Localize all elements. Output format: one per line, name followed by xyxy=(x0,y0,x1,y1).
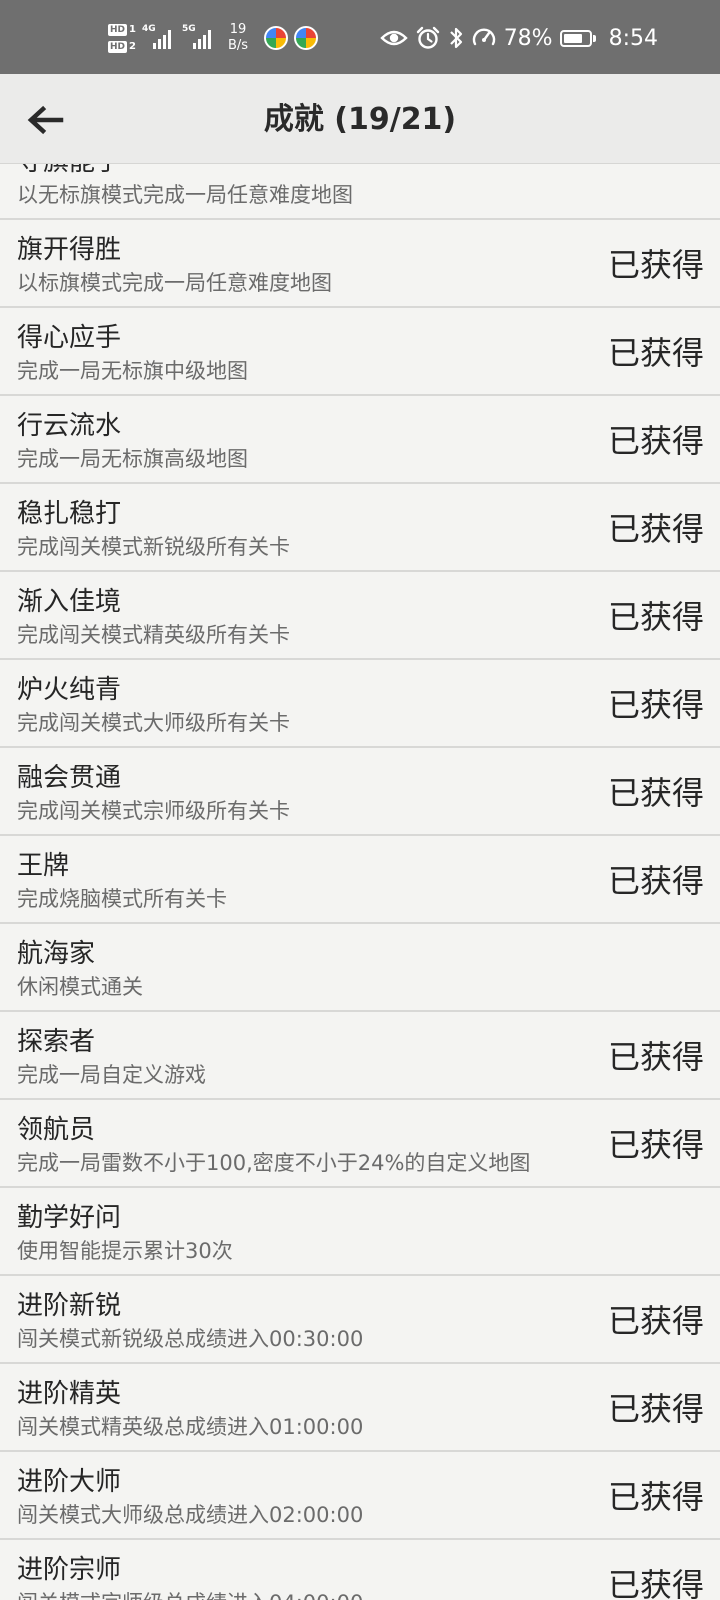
achievement-row[interactable]: 领航员完成一局雷数不小于100,密度不小于24%的自定义地图 已获得 xyxy=(0,1100,720,1188)
battery-icon xyxy=(559,29,596,47)
sim1-index: 1 xyxy=(129,23,136,35)
achievement-title: 进阶新锐 xyxy=(17,1291,122,1321)
signal-bars-icon xyxy=(152,30,171,49)
achievement-status: 已获得 xyxy=(607,510,704,548)
achievement-row[interactable]: 得心应手完成一局无标旗中级地图 已获得 xyxy=(0,308,720,396)
sim1-hd-badge: HD 1 xyxy=(108,23,136,36)
achievement-description: 闯关模式宗师级总成绩进入04:00:00 xyxy=(17,1590,363,1600)
achievement-row[interactable]: 行云流水完成一局无标旗高级地图 已获得 xyxy=(0,396,720,484)
achievement-row[interactable]: 进阶大师闯关模式大师级总成绩进入02:00:00 已获得 xyxy=(0,1452,720,1540)
status-bar-right: 78% 8:54 xyxy=(379,20,658,56)
achievement-status: 已获得 xyxy=(607,246,704,284)
achievement-list-content: 夺旗能手以无标旗模式完成一局任意难度地图旗开得胜以标旗模式完成一局任意难度地图已… xyxy=(0,164,720,1600)
achievement-status: 已获得 xyxy=(607,1302,704,1340)
achievement-status: 已获得 xyxy=(607,1038,704,1076)
achievement-description: 以无标旗模式完成一局任意难度地图 xyxy=(17,183,353,207)
achievement-row[interactable]: 渐入佳境完成闯关模式精英级所有关卡 已获得 xyxy=(0,572,720,660)
achievement-description: 休闲模式通关 xyxy=(17,975,143,999)
bluetooth-icon xyxy=(449,27,462,49)
achievement-title: 融会贯通 xyxy=(17,763,122,793)
speedometer-icon xyxy=(472,28,495,46)
achievement-description: 闯关模式精英级总成绩进入01:00:00 xyxy=(17,1415,364,1439)
achievement-description: 完成闯关模式精英级所有关卡 xyxy=(17,623,290,647)
achievement-title: 得心应手 xyxy=(17,323,122,353)
app-header: 成就 (19/21) xyxy=(0,74,720,164)
achievement-description: 完成一局无标旗高级地图 xyxy=(17,447,248,471)
sim1-hd-label: HD xyxy=(108,23,128,36)
achievement-row[interactable]: 进阶精英闯关模式精英级总成绩进入01:00:00 已获得 xyxy=(0,1364,720,1452)
achievement-title: 探索者 xyxy=(17,1027,96,1057)
achievement-status: 已获得 xyxy=(607,598,704,636)
achievement-title: 进阶宗师 xyxy=(17,1555,122,1585)
battery-cap xyxy=(592,34,596,42)
achievement-status: 已获得 xyxy=(607,1126,704,1164)
achievement-status: 已获得 xyxy=(607,1566,704,1600)
achievement-description: 闯关模式大师级总成绩进入02:00:00 xyxy=(17,1503,364,1527)
achievement-title: 旗开得胜 xyxy=(17,235,122,265)
sim1-signal-icon: 4G xyxy=(142,24,176,52)
achievement-status: 已获得 xyxy=(607,686,704,724)
achievement-description: 闯关模式新锐级总成绩进入00:30:00 xyxy=(17,1327,364,1351)
achievement-status: 已获得 xyxy=(607,774,704,812)
achievement-list[interactable]: 夺旗能手以无标旗模式完成一局任意难度地图旗开得胜以标旗模式完成一局任意难度地图已… xyxy=(0,164,720,1600)
achievement-row[interactable]: 进阶新锐闯关模式新锐级总成绩进入00:30:00 已获得 xyxy=(0,1276,720,1364)
network-speed-value: 19 xyxy=(229,22,247,37)
achievement-row[interactable]: 勤学好问使用智能提示累计30次 xyxy=(0,1188,720,1276)
app-notification-icon xyxy=(264,26,289,50)
network-speed: 19 B/s xyxy=(228,22,248,54)
achievement-description: 完成闯关模式新锐级所有关卡 xyxy=(17,535,290,559)
achievement-row[interactable]: 稳扎稳打完成闯关模式新锐级所有关卡 已获得 xyxy=(0,484,720,572)
achievement-title: 勤学好问 xyxy=(17,1203,122,1233)
achievement-title: 领航员 xyxy=(17,1115,96,1145)
battery-percent: 78% xyxy=(503,25,553,51)
achievement-description: 使用智能提示累计30次 xyxy=(17,1239,233,1263)
achievement-status: 已获得 xyxy=(607,862,704,900)
sim2-signal-icon: 5G xyxy=(182,24,216,52)
app-notification-icon xyxy=(294,26,319,50)
achievement-title: 稳扎稳打 xyxy=(17,499,122,529)
achievement-title: 夺旗能手 xyxy=(17,164,121,178)
battery-body xyxy=(559,29,592,47)
achievement-row[interactable]: 探索者完成一局自定义游戏 已获得 xyxy=(0,1012,720,1100)
achievement-title: 炉火纯青 xyxy=(17,675,122,705)
status-bar: HD 1 HD 2 4G 5G 19 B/s 78% 8:54 xyxy=(0,0,720,74)
sim2-index: 2 xyxy=(129,40,136,52)
status-bar-left: HD 1 HD 2 4G 5G 19 B/s xyxy=(108,18,319,58)
achievement-description: 以标旗模式完成一局任意难度地图 xyxy=(17,271,332,295)
achievement-row[interactable]: 进阶宗师闯关模式宗师级总成绩进入04:00:00 已获得 xyxy=(0,1540,720,1600)
achievement-title: 进阶大师 xyxy=(17,1467,122,1497)
achievement-description: 完成闯关模式宗师级所有关卡 xyxy=(17,799,290,823)
achievement-row[interactable]: 旗开得胜以标旗模式完成一局任意难度地图 已获得 xyxy=(0,220,720,308)
clock: 8:54 xyxy=(608,25,658,51)
achievement-status: 已获得 xyxy=(607,1478,704,1516)
signal-bars-icon xyxy=(192,30,211,49)
achievement-description: 完成一局无标旗中级地图 xyxy=(17,359,248,383)
achievement-row[interactable]: 航海家 休闲模式通关 xyxy=(0,924,720,1012)
achievement-title: 航海家 xyxy=(17,939,96,969)
achievement-status: 已获得 xyxy=(607,422,704,460)
achievement-title: 渐入佳境 xyxy=(17,587,122,617)
hd-indicators: HD 1 HD 2 xyxy=(108,23,136,53)
battery-fill xyxy=(563,33,583,43)
achievement-description: 完成烧脑模式所有关卡 xyxy=(17,887,227,911)
achievement-status: 已获得 xyxy=(607,334,704,372)
achievement-title: 行云流水 xyxy=(17,411,122,441)
achievement-row[interactable]: 王牌完成烧脑模式所有关卡 已获得 xyxy=(0,836,720,924)
achievement-title: 王牌 xyxy=(17,851,70,881)
sim2-hd-label: HD xyxy=(108,40,128,53)
eye-icon xyxy=(379,30,408,46)
network-speed-unit: B/s xyxy=(227,38,249,53)
achievement-description: 完成一局雷数不小于100,密度不小于24%的自定义地图 xyxy=(17,1151,531,1175)
achievement-title: 进阶精英 xyxy=(17,1379,122,1409)
achievement-row[interactable]: 融会贯通完成闯关模式宗师级所有关卡 已获得 xyxy=(0,748,720,836)
achievement-description: 完成一局自定义游戏 xyxy=(17,1063,206,1087)
achievement-description: 完成闯关模式大师级所有关卡 xyxy=(17,711,290,735)
page-title: 成就 (19/21) xyxy=(263,102,457,137)
alarm-icon xyxy=(416,26,439,49)
achievement-status: 已获得 xyxy=(607,1390,704,1428)
achievement-row[interactable]: 夺旗能手以无标旗模式完成一局任意难度地图 xyxy=(0,164,720,220)
achievement-row[interactable]: 炉火纯青完成闯关模式大师级所有关卡 已获得 xyxy=(0,660,720,748)
sim2-hd-badge: HD 2 xyxy=(108,40,136,53)
